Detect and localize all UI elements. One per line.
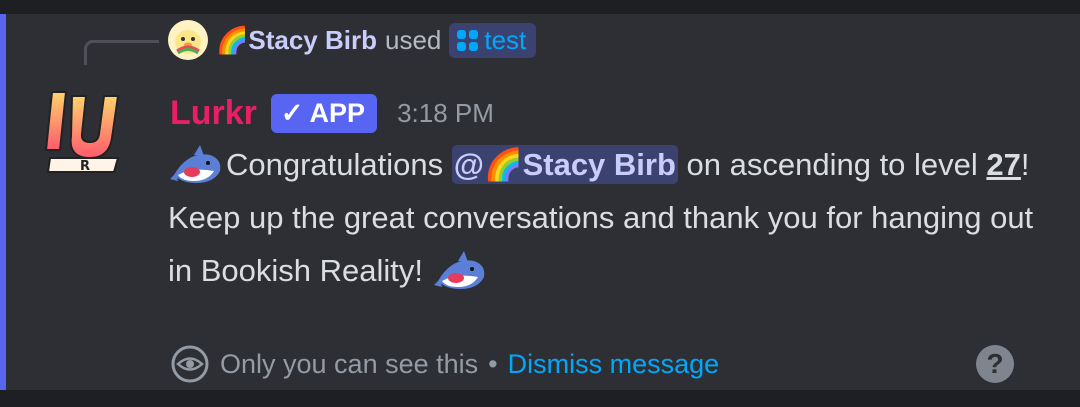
user-mention[interactable]: @🌈Stacy Birb [451,145,678,184]
app-command-icon [457,29,479,51]
highlight-bar [0,14,6,390]
bot-avatar[interactable]: R [44,88,124,184]
message-text-intro: Congratulations [226,147,452,182]
eye-icon [171,345,209,383]
app-badge: ✓ APP [270,93,378,133]
help-icon[interactable]: ? [976,345,1014,383]
dismiss-message-link[interactable]: Dismiss message [508,349,720,380]
shark-emoji-icon-2[interactable] [432,250,490,295]
shark-emoji-icon[interactable] [168,144,226,189]
reply-used-label: used [384,24,442,55]
bot-username[interactable]: Lurkr [170,94,257,133]
check-icon: ✓ [280,97,304,128]
user-avatar[interactable] [168,20,208,60]
slash-command-chip[interactable]: test [449,22,537,58]
command-reply-reference[interactable]: 🌈Stacy Birb used test [168,20,537,60]
ephemeral-message: 🌈Stacy Birb used test R Lurkr ✓ APP 3:18… [0,14,1080,390]
svg-text:R: R [80,159,90,174]
ephemeral-notice: Only you can see this [220,348,479,379]
command-name: test [484,24,527,55]
footer-separator: • [488,348,498,379]
app-badge-label: APP [309,97,366,128]
ephemeral-footer: Only you can see this • Dismiss message [170,344,719,384]
reply-spine [84,40,159,65]
level-number: 27 [986,147,1021,182]
message-header: Lurkr ✓ APP 3:18 PM [170,88,494,138]
message-content: Congratulations @🌈Stacy Birb on ascendin… [168,138,1048,297]
reply-username[interactable]: 🌈Stacy Birb [216,25,377,56]
message-timestamp[interactable]: 3:18 PM [397,98,494,129]
message-text-ascending: on ascending to level [677,147,987,182]
